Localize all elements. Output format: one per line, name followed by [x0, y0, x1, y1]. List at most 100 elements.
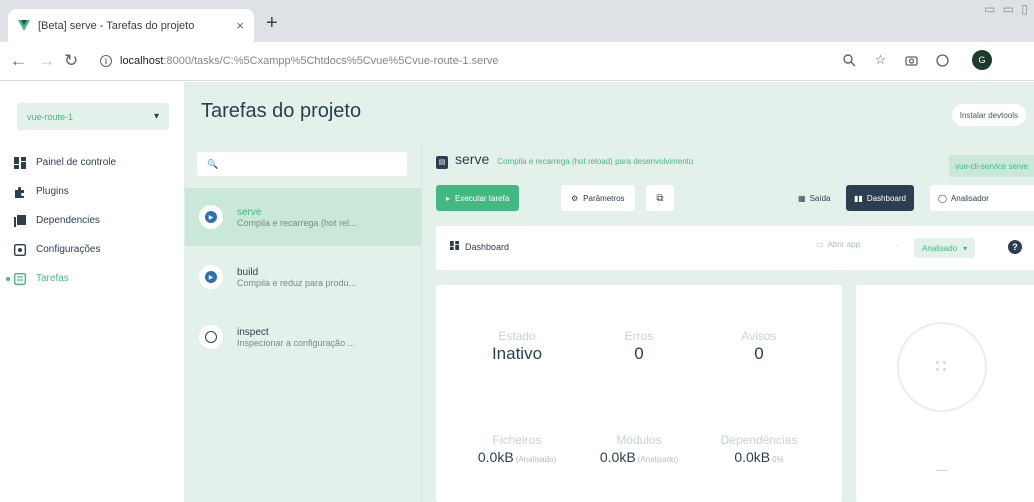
reload-icon[interactable]: ↻	[64, 51, 78, 71]
sidebar-item-configurations[interactable]: Configurações	[0, 237, 185, 262]
star-icon[interactable]: ☆	[873, 52, 888, 68]
dashboard-icon	[14, 156, 26, 169]
browser-toolbar: ← → ↻ i localhost :8000/tasks/C:%5Cxampp…	[0, 42, 1034, 81]
run-task-button[interactable]: ▸ Executar tarefa	[436, 185, 520, 211]
vue-ui-app: vue-route-1 ▾ Painel de controle Plugins	[0, 82, 1034, 502]
task-name: build	[237, 266, 259, 278]
analyzer-label: Analisador	[950, 193, 989, 203]
close-tab-icon[interactable]: ×	[236, 18, 244, 33]
stat-label: Módulos	[616, 433, 662, 447]
task-description: Inspecionar a configuração ...	[237, 337, 356, 348]
analyzer-mode-select[interactable]: Analisado ▾	[914, 238, 976, 258]
task-text: build Compila e reduz para produ...	[237, 267, 407, 288]
task-status-icon: ▶	[199, 265, 223, 289]
stat-value: 0	[754, 344, 764, 363]
window-controls[interactable]: ▭ ▭ ▯	[984, 2, 1030, 16]
stat-label: Ficheiros	[492, 433, 542, 447]
task-panel: ▤ serve Compila e recarrega (hot reload)…	[421, 142, 1034, 502]
project-name: vue-route-1	[27, 111, 74, 122]
stat-dependencies: Dependências 0.0kB 0%	[699, 433, 819, 465]
new-tab-button[interactable]: +	[266, 13, 278, 33]
stat-label: Avisos	[741, 329, 777, 343]
stat-value: 0	[634, 344, 644, 363]
view-dashboard-button[interactable]: ▮▮ Dashboard	[846, 185, 914, 211]
page-header: Tarefas do projeto Instalar devtools	[185, 82, 1034, 142]
zoom-icon[interactable]	[842, 53, 857, 68]
back-icon[interactable]: ←	[10, 51, 27, 71]
task-item-serve[interactable]: ▶ serve Compila e recarrega (hot rel...	[185, 188, 421, 246]
sidebar-nav: Painel de controle Plugins Dependencies …	[0, 150, 185, 295]
sidebar-item-label: Tarefas	[36, 273, 69, 284]
task-title-description: Compila e recarrega (hot reload) para de…	[497, 157, 694, 166]
terminal-icon: ▦	[798, 193, 806, 203]
status-card	[856, 285, 1034, 502]
task-status-icon: ▶	[199, 205, 223, 229]
chevron-down-icon: ▾	[153, 111, 159, 122]
view-analyzer-button[interactable]: ◯ Analisador	[930, 185, 1034, 211]
forward-icon[interactable]: →	[38, 51, 55, 71]
task-search-input[interactable]: 🔍	[197, 152, 407, 176]
stat-status: Estado Inativo	[457, 329, 577, 364]
task-text: serve Compila e recarrega (hot rel...	[237, 207, 407, 228]
task-status-icon	[199, 325, 223, 349]
sidebar-item-dependencies[interactable]: Dependencies	[0, 208, 185, 233]
stat-suffix: (Analisado)	[515, 455, 557, 464]
stat-files: Ficheiros 0.0kB (Analisado)	[457, 433, 577, 465]
address-bar[interactable]: i localhost :8000/tasks/C:%5Cxampp%5Chtd…	[100, 48, 640, 74]
build-stats-card: Estado Inativo Erros 0 Avisos 0 Ficheiro…	[436, 285, 842, 502]
stat-modules: Módulos 0.0kB (Analisado)	[579, 433, 699, 465]
stat-suffix: 0%	[772, 455, 784, 464]
idle-status-icon	[936, 361, 948, 373]
install-devtools-button[interactable]: Instalar devtools	[951, 104, 1026, 126]
task-text: inspect Inspecionar a configuração ...	[237, 327, 407, 348]
stat-value: Inativo	[491, 344, 543, 363]
stat-label: Dependências	[720, 433, 798, 447]
output-label: Saída	[809, 193, 831, 203]
info-icon[interactable]: i	[100, 55, 112, 67]
sidebar: vue-route-1 ▾ Painel de controle Plugins	[0, 82, 185, 502]
stat-value: 0.0kB (Analisado)	[457, 449, 577, 465]
extension-circle-icon[interactable]	[935, 53, 950, 68]
play-icon: ▶	[205, 211, 217, 223]
open-app-button[interactable]: ▭ Abrir app	[816, 240, 860, 249]
run-task-label: Executar tarefa	[455, 193, 510, 203]
page-title: Tarefas do projeto	[201, 100, 362, 122]
toolbar-icons: ☆ G	[842, 50, 992, 70]
chevron-down-icon: ▾	[963, 243, 968, 253]
stat-label: Estado	[498, 329, 536, 343]
camera-extension-icon[interactable]	[904, 53, 919, 68]
status-placeholder	[936, 470, 948, 471]
stat-suffix: (Analisado)	[637, 455, 679, 464]
stat-warnings: Avisos 0	[699, 329, 819, 364]
task-item-build[interactable]: ▶ build Compila e reduz para produ...	[185, 248, 421, 306]
settings-box-icon	[14, 243, 26, 256]
status-ring	[897, 322, 987, 412]
dashboard-bar: Dashboard ▭ Abrir app · Analisado ▾ ?	[436, 226, 1034, 270]
parameters-label: Parâmetros	[583, 193, 625, 203]
dashboard-label: Dashboard	[866, 193, 906, 203]
gear-icon: ⚙	[571, 193, 579, 203]
stat-value: 0.0kB 0%	[699, 449, 819, 465]
parameters-button[interactable]: ⚙ Parâmetros	[561, 185, 635, 211]
sidebar-item-tasks[interactable]: Tarefas	[0, 266, 185, 291]
open-external-button[interactable]: ⧉	[646, 185, 674, 211]
script-icon: ▤	[436, 155, 448, 169]
separator: ·	[896, 240, 899, 250]
browser-tab[interactable]: [Beta] serve - Tarefas do projeto ×	[8, 9, 254, 42]
project-selector[interactable]: vue-route-1 ▾	[17, 103, 169, 130]
open-in-browser-icon: ▭	[816, 240, 824, 249]
dashboard-icon: ▮▮	[854, 193, 863, 203]
sidebar-item-label: Dependencies	[36, 215, 100, 226]
open-app-label: Abrir app	[827, 240, 861, 249]
profile-avatar[interactable]: G	[972, 50, 992, 70]
sidebar-item-label: Configurações	[36, 244, 101, 255]
stat-label: Erros	[624, 329, 654, 343]
stat-value-number: 0.0kB	[477, 449, 514, 465]
sidebar-item-dashboard[interactable]: Painel de controle	[0, 150, 185, 175]
help-icon[interactable]: ?	[1008, 240, 1022, 254]
stat-errors: Erros 0	[579, 329, 699, 364]
sidebar-item-plugins[interactable]: Plugins	[0, 179, 185, 204]
task-item-inspect[interactable]: inspect Inspecionar a configuração ...	[185, 308, 421, 366]
view-output-button[interactable]: ▦ Saída	[790, 185, 838, 211]
vue-logo-icon	[18, 20, 30, 31]
